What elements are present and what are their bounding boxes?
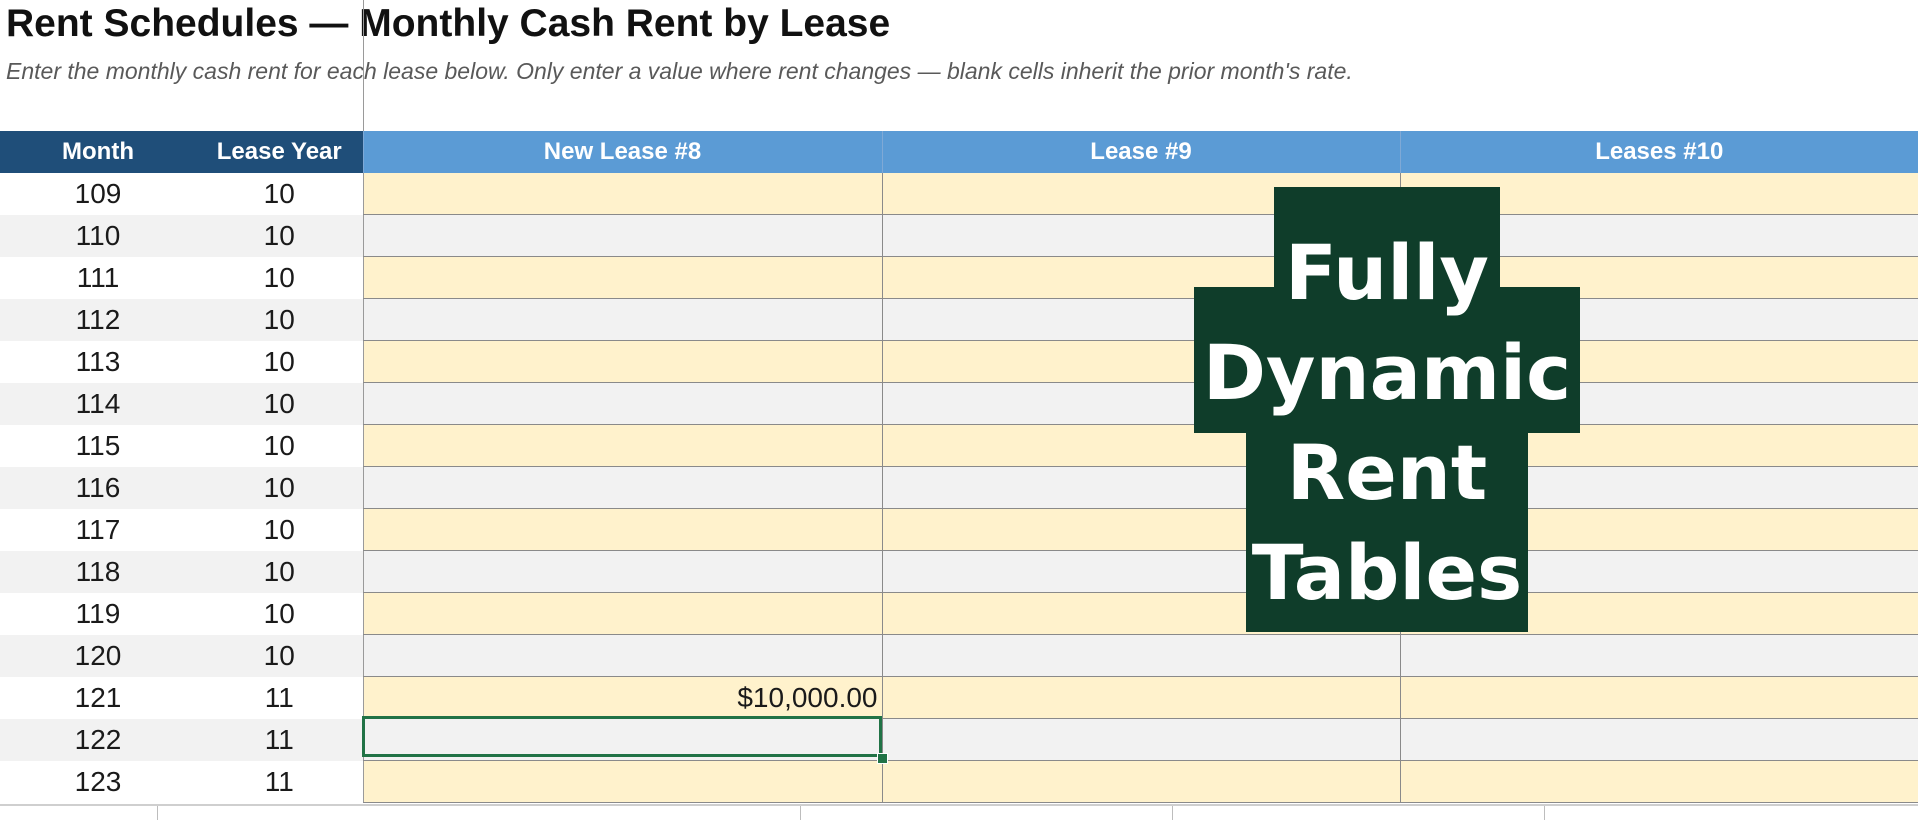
fill-handle[interactable] bbox=[877, 753, 888, 764]
column-header-lease-9: Lease #9 bbox=[881, 131, 1400, 173]
month-cell: 112 bbox=[0, 298, 196, 341]
badge-line-1: Fully bbox=[1285, 228, 1489, 317]
footer-tick bbox=[1544, 806, 1545, 820]
rent-schedule-table: Month Lease Year New Lease #8 Lease #9 L… bbox=[0, 131, 1918, 803]
lease-8-rent-cell[interactable] bbox=[362, 340, 882, 383]
lease-8-rent-cell[interactable] bbox=[362, 592, 882, 635]
lease-9-rent-cell[interactable] bbox=[881, 676, 1400, 719]
footer-tick bbox=[800, 806, 801, 820]
lease-8-rent-cell[interactable] bbox=[362, 382, 882, 425]
lease-year-cell: 10 bbox=[196, 256, 363, 299]
badge-line-3: Rent bbox=[1286, 428, 1488, 517]
table-row: 120 10 bbox=[0, 634, 1918, 677]
column-header-leases-10: Leases #10 bbox=[1399, 131, 1918, 173]
table-row: 123 11 bbox=[0, 760, 1918, 803]
lease-8-rent-cell[interactable] bbox=[362, 173, 882, 215]
table-row: 116 10 bbox=[0, 466, 1918, 509]
lease-year-cell: 10 bbox=[196, 550, 363, 593]
month-cell: 121 bbox=[0, 676, 196, 719]
table-row: 119 10 bbox=[0, 592, 1918, 635]
column-divider-line bbox=[363, 0, 364, 131]
lease-year-cell: 11 bbox=[196, 676, 363, 719]
sheet-bottom-edge bbox=[0, 804, 1918, 828]
promo-overlay-badge: Fully Dynamic Rent Tables bbox=[1194, 187, 1580, 632]
selected-cell-outline[interactable] bbox=[362, 716, 882, 757]
lease-year-cell: 11 bbox=[196, 760, 363, 803]
page-title: Rent Schedules — Monthly Cash Rent by Le… bbox=[6, 2, 891, 45]
lease-year-cell: 10 bbox=[196, 340, 363, 383]
lease-year-cell: 11 bbox=[196, 718, 363, 761]
table-row: 112 10 bbox=[0, 298, 1918, 341]
table-row: 117 10 bbox=[0, 508, 1918, 551]
lease-10-rent-cell[interactable] bbox=[1399, 676, 1918, 719]
table-header-row: Month Lease Year New Lease #8 Lease #9 L… bbox=[0, 131, 1918, 173]
page-instructions: Enter the monthly cash rent for each lea… bbox=[6, 58, 1353, 84]
lease-year-cell: 10 bbox=[196, 634, 363, 677]
lease-year-cell: 10 bbox=[196, 173, 363, 215]
month-cell: 122 bbox=[0, 718, 196, 761]
table-row: 110 10 bbox=[0, 214, 1918, 257]
month-cell: 115 bbox=[0, 424, 196, 467]
badge-line-2: Dynamic bbox=[1202, 328, 1572, 417]
lease-8-rent-cell[interactable] bbox=[362, 466, 882, 509]
badge-line-4: Tables bbox=[1251, 528, 1523, 617]
table-row: 111 10 bbox=[0, 256, 1918, 299]
month-cell: 111 bbox=[0, 256, 196, 299]
table-row: 122 11 bbox=[0, 718, 1918, 761]
month-cell: 118 bbox=[0, 550, 196, 593]
footer-tick bbox=[157, 806, 158, 820]
lease-year-cell: 10 bbox=[196, 298, 363, 341]
column-header-month: Month bbox=[0, 131, 196, 173]
month-cell: 119 bbox=[0, 592, 196, 635]
lease-8-rent-cell[interactable] bbox=[362, 424, 882, 467]
lease-10-rent-cell[interactable] bbox=[1399, 634, 1918, 677]
lease-9-rent-cell[interactable] bbox=[881, 634, 1400, 677]
table-row: 114 10 bbox=[0, 382, 1918, 425]
badge-text: Fully Dynamic Rent Tables bbox=[1194, 223, 1580, 623]
column-header-new-lease-8: New Lease #8 bbox=[362, 131, 882, 173]
lease-8-rent-cell[interactable] bbox=[362, 634, 882, 677]
column-header-lease-year: Lease Year bbox=[196, 131, 363, 173]
month-cell: 123 bbox=[0, 760, 196, 803]
lease-8-rent-cell[interactable]: $10,000.00 bbox=[362, 676, 882, 719]
lease-10-rent-cell[interactable] bbox=[1399, 760, 1918, 803]
lease-10-rent-cell[interactable] bbox=[1399, 718, 1918, 761]
lease-year-cell: 10 bbox=[196, 592, 363, 635]
table-row: 121 11 $10,000.00 bbox=[0, 676, 1918, 719]
lease-year-cell: 10 bbox=[196, 382, 363, 425]
lease-8-rent-cell[interactable] bbox=[362, 298, 882, 341]
month-cell: 120 bbox=[0, 634, 196, 677]
table-row: 115 10 bbox=[0, 424, 1918, 467]
month-cell: 114 bbox=[0, 382, 196, 425]
lease-year-cell: 10 bbox=[196, 466, 363, 509]
month-cell: 117 bbox=[0, 508, 196, 551]
lease-8-rent-cell[interactable] bbox=[362, 508, 882, 551]
lease-year-cell: 10 bbox=[196, 508, 363, 551]
lease-8-rent-cell[interactable] bbox=[362, 760, 882, 803]
table-row: 118 10 bbox=[0, 550, 1918, 593]
month-cell: 113 bbox=[0, 340, 196, 383]
footer-tick bbox=[1172, 806, 1173, 820]
month-cell: 110 bbox=[0, 214, 196, 257]
month-cell: 109 bbox=[0, 173, 196, 215]
lease-9-rent-cell[interactable] bbox=[881, 718, 1400, 761]
lease-8-rent-cell[interactable] bbox=[362, 214, 882, 257]
table-row: 109 10 bbox=[0, 173, 1918, 215]
lease-8-rent-cell[interactable] bbox=[362, 256, 882, 299]
month-cell: 116 bbox=[0, 466, 196, 509]
table-row: 113 10 bbox=[0, 340, 1918, 383]
lease-9-rent-cell[interactable] bbox=[881, 760, 1400, 803]
lease-year-cell: 10 bbox=[196, 424, 363, 467]
lease-8-rent-cell[interactable] bbox=[362, 550, 882, 593]
lease-year-cell: 10 bbox=[196, 214, 363, 257]
